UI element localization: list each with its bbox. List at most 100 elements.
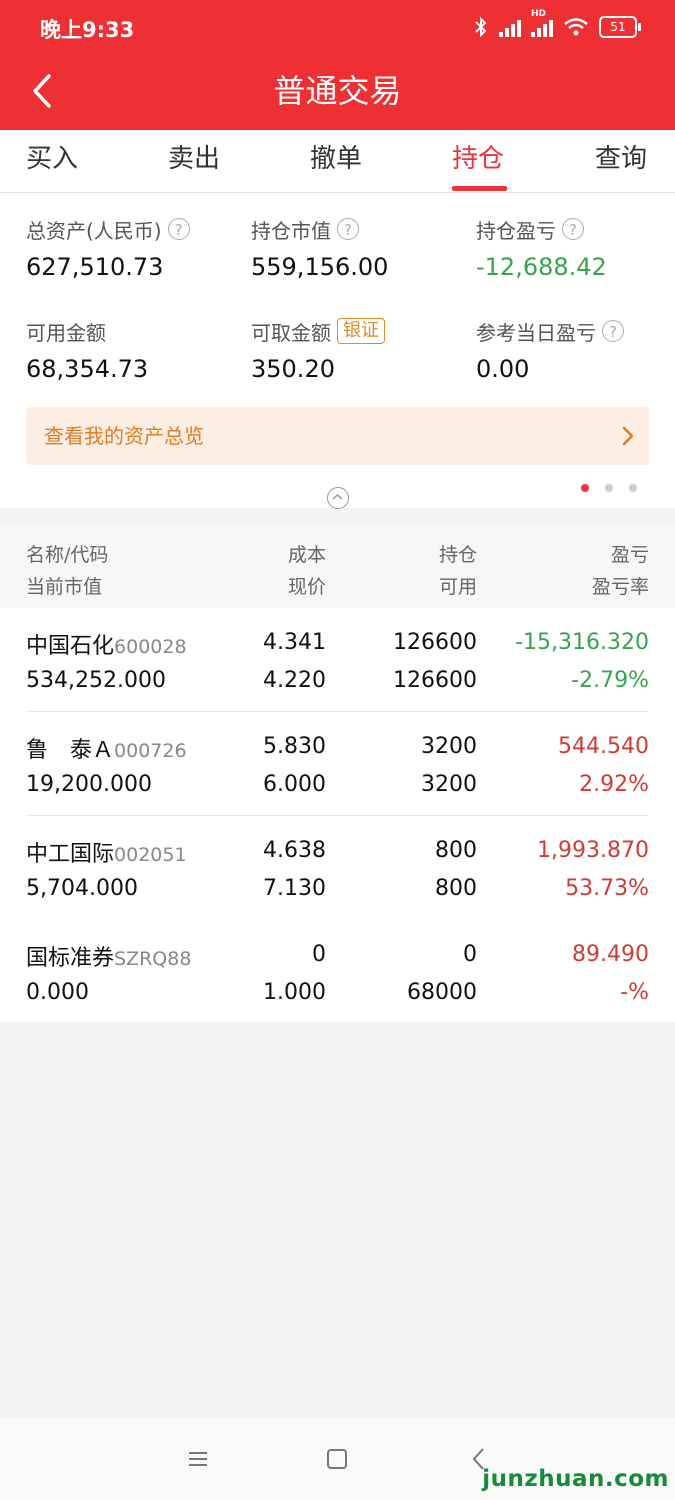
active-tab-indicator — [452, 186, 507, 191]
col-name-code: 名称/代码 — [26, 544, 109, 566]
stock-name: 中工国际 — [26, 842, 115, 867]
stock-price: 1.000 — [263, 980, 326, 1005]
stock-available: 126600 — [393, 668, 477, 693]
metric-withdrawable: 可取金额 银证 350.20 — [251, 315, 385, 383]
tab-query[interactable]: 查询 — [595, 130, 647, 192]
metric-value: 68,354.73 — [26, 355, 149, 383]
stock-cost: 0 — [312, 942, 326, 967]
col-price: 现价 — [287, 576, 326, 598]
col-market-value: 当前市值 — [26, 576, 103, 598]
page-dot — [629, 484, 637, 492]
stock-market-value: 0.000 — [26, 980, 89, 1005]
col-position: 持仓 — [438, 544, 477, 566]
metric-label: 总资产(人民币) — [26, 218, 162, 243]
stock-code: 000726 — [114, 740, 187, 762]
signal-icon — [499, 17, 521, 37]
metric-value: 350.20 — [251, 355, 335, 383]
metric-available: 可用金额 68,354.73 — [26, 315, 149, 384]
help-icon[interactable]: ? — [337, 218, 359, 240]
stock-position: 0 — [463, 942, 477, 967]
stock-name: 中国石化 — [26, 634, 115, 659]
stock-pl-rate: -% — [620, 980, 649, 1005]
help-icon[interactable]: ? — [167, 218, 190, 240]
metric-total-assets: 总资产(人民币)? 627,510.73 — [26, 213, 190, 281]
stock-price: 6.000 — [263, 772, 326, 797]
stock-pl: 544.540 — [558, 734, 649, 759]
table-row[interactable]: 国标准券SZRQ88 0.000 0 1.000 0 68000 89.490 … — [0, 920, 675, 1024]
page-indicator — [581, 484, 637, 492]
title-bar: 普通交易 — [0, 54, 675, 130]
stock-pl-rate: 53.73% — [565, 876, 649, 901]
collapse-icon[interactable] — [327, 487, 349, 509]
watermark: junzhuan.com — [482, 1466, 669, 1492]
stock-price: 7.130 — [263, 876, 326, 901]
metric-today-pl: 参考当日盈亏? 0.00 — [476, 315, 624, 383]
tab-cancel-order[interactable]: 撤单 — [310, 130, 362, 192]
signal-hd-label: HD — [531, 9, 547, 19]
holdings-list: 中国石化600028 534,252.000 4.341 4.220 12660… — [0, 608, 675, 1022]
holdings-table-header: 名称/代码 当前市值 成本 现价 持仓 可用 盈亏 盈亏率 — [0, 526, 675, 608]
stock-available: 68000 — [407, 980, 477, 1005]
status-icons: HD 51 — [473, 9, 641, 40]
bank-transfer-badge[interactable]: 银证 — [337, 318, 385, 344]
stock-available: 3200 — [421, 772, 477, 797]
metric-label: 可用金额 — [26, 320, 106, 345]
stock-pl-rate: -2.79% — [571, 668, 649, 693]
status-bar: 晚上9:33 HD 51 — [0, 0, 675, 54]
stock-pl-rate: 2.92% — [579, 772, 649, 797]
stock-market-value: 534,252.000 — [26, 668, 166, 693]
stock-available: 800 — [435, 876, 477, 901]
asset-overview-banner[interactable]: 查看我的资产总览 — [26, 407, 649, 465]
col-pl-rate: 盈亏率 — [591, 576, 649, 598]
tab-sell[interactable]: 卖出 — [168, 130, 220, 192]
stock-cost: 4.638 — [263, 838, 326, 863]
stock-price: 4.220 — [263, 668, 326, 693]
tab-buy[interactable]: 买入 — [26, 130, 78, 192]
metric-position-pl: 持仓盈亏? -12,688.42 — [476, 213, 607, 281]
table-row[interactable]: 中国石化600028 534,252.000 4.341 4.220 12660… — [0, 608, 675, 712]
metric-value: 559,156.00 — [251, 253, 389, 281]
metric-label: 参考当日盈亏 — [476, 320, 596, 345]
tab-positions[interactable]: 持仓 — [452, 130, 504, 192]
stock-pl: 1,993.870 — [537, 838, 649, 863]
page-dot — [581, 484, 589, 492]
help-icon[interactable]: ? — [562, 218, 584, 240]
menu-icon[interactable] — [183, 1444, 213, 1474]
metric-label: 持仓盈亏 — [476, 218, 556, 243]
metric-market-value: 持仓市值? 559,156.00 — [251, 213, 388, 281]
metric-value: 0.00 — [476, 355, 530, 383]
stock-code: 002051 — [114, 844, 187, 866]
asset-overview-text: 查看我的资产总览 — [44, 424, 204, 448]
trade-tabs: 买入 卖出 撤单 持仓 查询 — [0, 130, 675, 193]
stock-code: SZRQ88 — [114, 948, 192, 970]
stock-name: 国标准券 — [26, 946, 115, 971]
home-icon[interactable] — [322, 1444, 352, 1474]
col-cost: 成本 — [287, 544, 326, 566]
page-title: 普通交易 — [273, 72, 402, 110]
stock-pl: 89.490 — [572, 942, 649, 967]
metric-value: 627,510.73 — [26, 253, 164, 281]
battery-icon: 51 — [599, 16, 641, 38]
stock-cost: 5.830 — [263, 734, 326, 759]
col-available: 可用 — [438, 576, 477, 598]
stock-pl: -15,316.320 — [515, 630, 649, 655]
stock-name: 鲁 泰Ａ — [26, 738, 115, 763]
chevron-right-icon — [622, 426, 634, 446]
help-icon[interactable]: ? — [602, 320, 624, 342]
table-row[interactable]: 鲁 泰Ａ000726 19,200.000 5.830 6.000 3200 3… — [0, 712, 675, 816]
stock-position: 3200 — [421, 734, 477, 759]
stock-market-value: 19,200.000 — [26, 772, 152, 797]
stock-cost: 4.341 — [263, 630, 326, 655]
metric-label: 持仓市值 — [251, 218, 331, 243]
wifi-icon — [564, 18, 588, 36]
bluetooth-icon — [475, 16, 487, 38]
stock-code: 600028 — [114, 636, 187, 658]
signal-hd-icon: HD — [531, 9, 553, 37]
stock-market-value: 5,704.000 — [26, 876, 138, 901]
metric-value: -12,688.42 — [476, 253, 607, 281]
stock-position: 800 — [435, 838, 477, 863]
col-pl: 盈亏 — [610, 544, 649, 566]
account-summary: 总资产(人民币)? 627,510.73 持仓市值? 559,156.00 持仓… — [0, 193, 675, 509]
table-row[interactable]: 中工国际002051 5,704.000 4.638 7.130 800 800… — [0, 816, 675, 920]
stock-position: 126600 — [393, 630, 477, 655]
